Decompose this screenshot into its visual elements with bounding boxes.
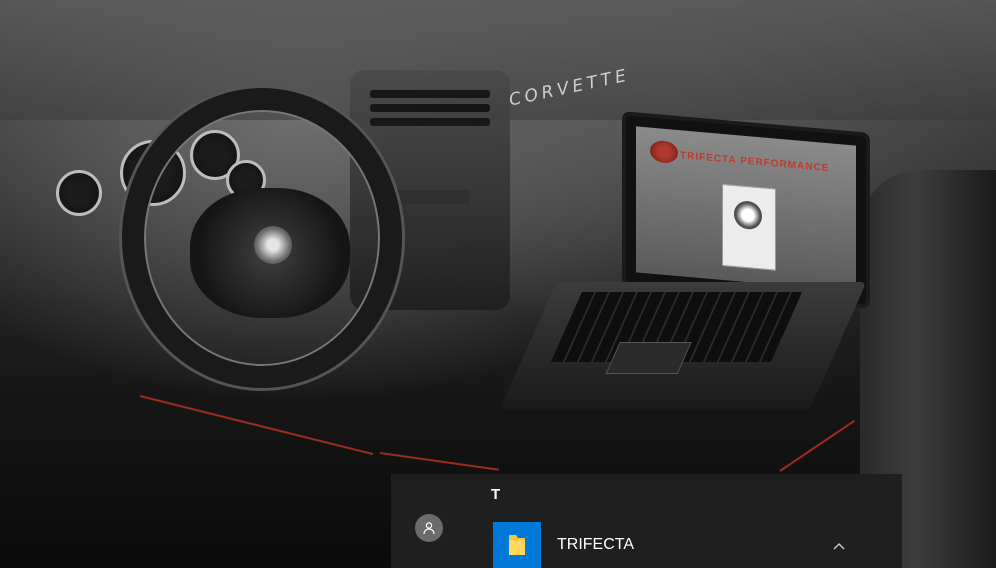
folder-icon	[509, 535, 525, 555]
laptop-dialog	[722, 183, 776, 271]
app-list-section-header[interactable]: T	[491, 486, 500, 503]
obd-cable	[139, 395, 374, 456]
dialog-emblem	[734, 199, 762, 231]
app-tile	[493, 522, 541, 568]
expand-folder-button[interactable]	[829, 536, 849, 556]
obd-cable	[779, 419, 856, 472]
app-list-item-trifecta[interactable]: TRIFECTA	[489, 522, 902, 568]
air-vent	[370, 104, 490, 112]
user-icon	[423, 522, 435, 535]
chevron-up-icon	[833, 543, 845, 550]
obd-cable	[379, 452, 499, 471]
user-account-button[interactable]	[415, 514, 443, 542]
left-gauge	[56, 170, 102, 216]
radio-display	[390, 190, 470, 204]
laptop-brand-text: TRIFECTA PERFORMANCE	[680, 150, 830, 175]
laptop-keyboard	[499, 282, 867, 410]
air-vent	[370, 90, 490, 98]
start-menu-panel: T TRIFECTA	[391, 474, 902, 568]
start-menu-rail	[391, 474, 471, 568]
trifecta-logo	[650, 139, 678, 165]
laptop-screen: TRIFECTA PERFORMANCE	[622, 111, 870, 309]
car-emblem	[254, 226, 292, 264]
laptop-trackpad	[605, 342, 692, 374]
laptop-display: TRIFECTA PERFORMANCE	[636, 126, 856, 292]
app-label: TRIFECTA	[557, 536, 635, 553]
air-vent	[370, 118, 490, 126]
